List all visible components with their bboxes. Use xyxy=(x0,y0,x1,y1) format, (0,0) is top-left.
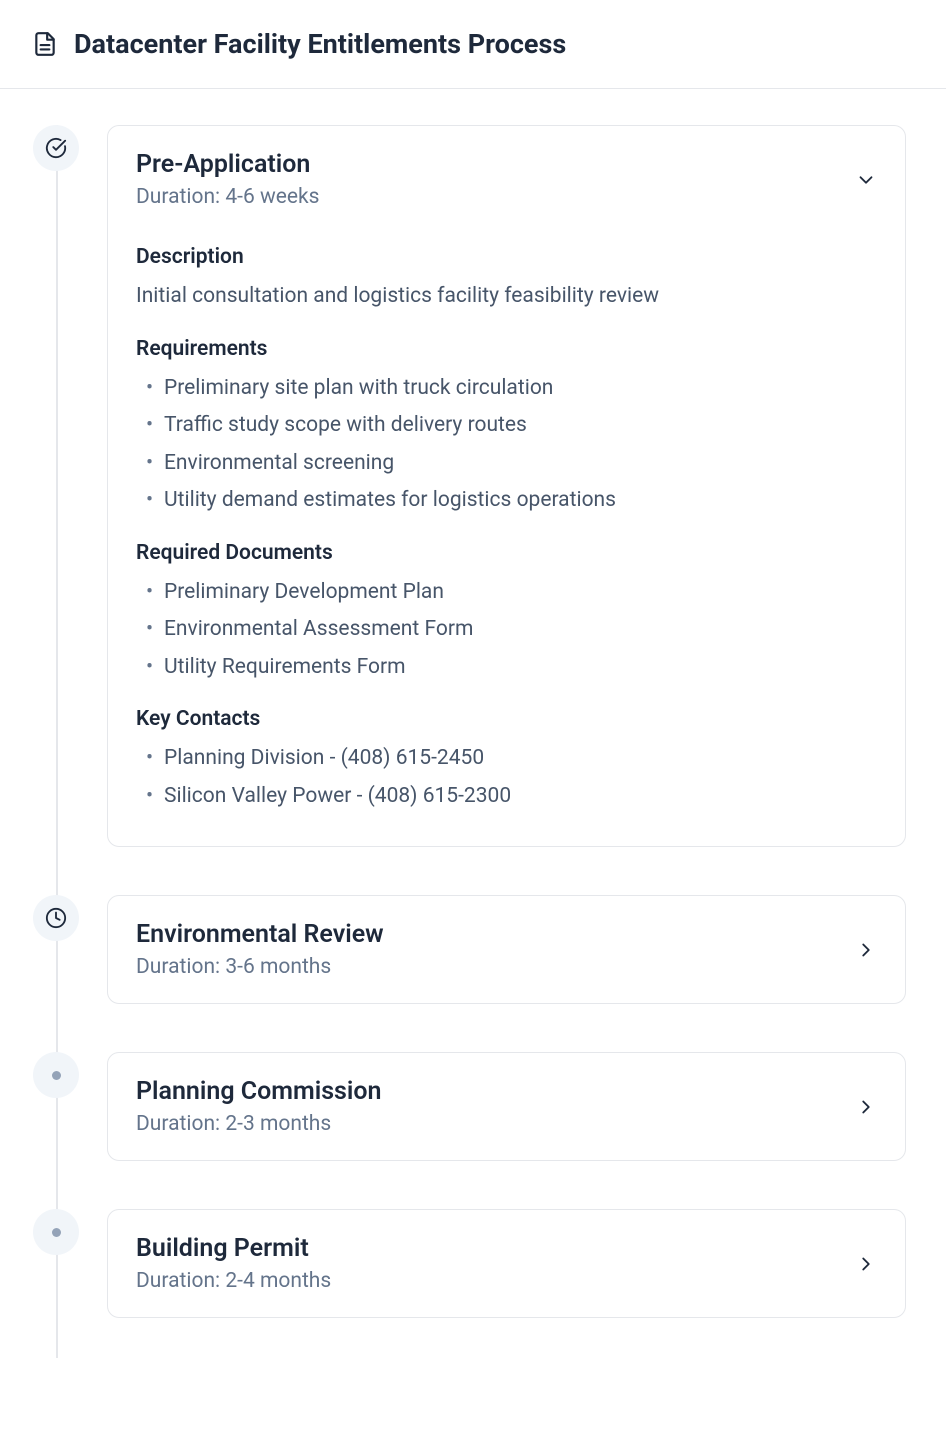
list-item: Preliminary site plan with truck circula… xyxy=(136,373,877,405)
chevron-down-icon xyxy=(855,169,877,191)
contacts-label: Key Contacts xyxy=(136,707,877,731)
page-title: Datacenter Facility Entitlements Process xyxy=(74,28,566,60)
documents-list: Preliminary Development Plan Environment… xyxy=(136,577,877,684)
step-duration: Duration: 4-6 weeks xyxy=(136,185,319,209)
step-title: Building Permit xyxy=(136,1234,331,1263)
step-card: Environmental Review Duration: 3-6 month… xyxy=(107,895,906,1004)
step-building-permit: Building Permit Duration: 2-4 months xyxy=(40,1209,906,1318)
document-icon xyxy=(32,31,58,57)
step-pre-application: Pre-Application Duration: 4-6 weeks Desc… xyxy=(40,125,906,847)
check-circle-icon xyxy=(45,137,67,159)
requirements-label: Requirements xyxy=(136,337,877,361)
step-title: Planning Commission xyxy=(136,1077,382,1106)
step-status-icon-wrapper xyxy=(33,1209,79,1255)
step-status-icon-wrapper xyxy=(33,125,79,171)
step-toggle[interactable]: Planning Commission Duration: 2-3 months xyxy=(108,1053,905,1160)
step-body: Description Initial consultation and log… xyxy=(108,245,905,846)
step-toggle[interactable]: Pre-Application Duration: 4-6 weeks xyxy=(108,126,905,233)
step-duration: Duration: 2-4 months xyxy=(136,1269,331,1293)
chevron-right-icon xyxy=(855,939,877,961)
requirements-list: Preliminary site plan with truck circula… xyxy=(136,373,877,517)
description-section: Description Initial consultation and log… xyxy=(136,245,877,313)
documents-section: Required Documents Preliminary Developme… xyxy=(136,541,877,684)
step-toggle[interactable]: Environmental Review Duration: 3-6 month… xyxy=(108,896,905,1003)
step-card: Planning Commission Duration: 2-3 months xyxy=(107,1052,906,1161)
list-item: Environmental Assessment Form xyxy=(136,614,877,646)
list-item: Environmental screening xyxy=(136,448,877,480)
step-title: Pre-Application xyxy=(136,150,319,179)
contacts-section: Key Contacts Planning Division - (408) 6… xyxy=(136,707,877,812)
dot-icon xyxy=(52,1071,61,1080)
list-item: Planning Division - (408) 615-2450 xyxy=(136,743,877,775)
list-item: Silicon Valley Power - (408) 615-2300 xyxy=(136,781,877,813)
clock-icon xyxy=(45,907,67,929)
documents-label: Required Documents xyxy=(136,541,877,565)
step-card: Pre-Application Duration: 4-6 weeks Desc… xyxy=(107,125,906,847)
step-toggle[interactable]: Building Permit Duration: 2-4 months xyxy=(108,1210,905,1317)
step-planning-commission: Planning Commission Duration: 2-3 months xyxy=(40,1052,906,1161)
step-duration: Duration: 3-6 months xyxy=(136,955,384,979)
description-label: Description xyxy=(136,245,877,269)
list-item: Preliminary Development Plan xyxy=(136,577,877,609)
page-header: Datacenter Facility Entitlements Process xyxy=(0,0,946,89)
step-status-icon-wrapper xyxy=(33,895,79,941)
list-item: Utility Requirements Form xyxy=(136,652,877,684)
contacts-list: Planning Division - (408) 615-2450 Silic… xyxy=(136,743,877,812)
step-status-icon-wrapper xyxy=(33,1052,79,1098)
timeline: Pre-Application Duration: 4-6 weeks Desc… xyxy=(0,89,946,1358)
description-text: Initial consultation and logistics facil… xyxy=(136,281,877,313)
requirements-section: Requirements Preliminary site plan with … xyxy=(136,337,877,517)
list-item: Traffic study scope with delivery routes xyxy=(136,410,877,442)
step-environmental-review: Environmental Review Duration: 3-6 month… xyxy=(40,895,906,1004)
list-item: Utility demand estimates for logistics o… xyxy=(136,485,877,517)
step-card: Building Permit Duration: 2-4 months xyxy=(107,1209,906,1318)
chevron-right-icon xyxy=(855,1096,877,1118)
step-duration: Duration: 2-3 months xyxy=(136,1112,382,1136)
chevron-right-icon xyxy=(855,1253,877,1275)
dot-icon xyxy=(52,1228,61,1237)
step-title: Environmental Review xyxy=(136,920,384,949)
